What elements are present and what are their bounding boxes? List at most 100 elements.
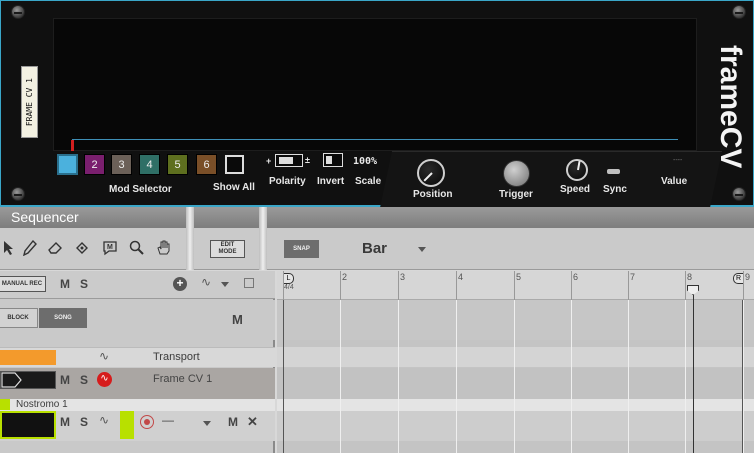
chevron-down-icon[interactable]: [418, 247, 426, 252]
song-mute-button[interactable]: M: [232, 312, 243, 327]
right-locator-line: [742, 300, 743, 453]
timeline-ruler[interactable]: L 4/4 2 3 4 5 6 7 8 R 9: [277, 271, 754, 300]
magnify-tool-icon[interactable]: [128, 238, 146, 258]
lane-nostromo-header: [277, 399, 754, 411]
bar-gridline: [628, 300, 629, 453]
track-color-marker: [0, 399, 10, 410]
lane-mute-button[interactable]: M: [228, 415, 238, 429]
mod-selector-label: Mod Selector: [109, 184, 172, 195]
transport-header: MANUAL REC M S + ∿: [0, 271, 275, 299]
mod-button-6[interactable]: 6: [196, 154, 217, 175]
bar-number-9: 9: [745, 272, 751, 282]
chevron-down-icon[interactable]: [221, 282, 229, 287]
value-display: ----: [673, 157, 683, 164]
invert-toggle[interactable]: [323, 153, 343, 167]
sync-label: Sync: [603, 184, 627, 195]
razor-tool-icon[interactable]: [73, 238, 91, 258]
screw-icon: [11, 5, 25, 19]
mod-button-3[interactable]: 3: [111, 154, 132, 175]
track-row-transport[interactable]: ∿ Transport: [0, 347, 275, 367]
manual-rec-button[interactable]: MANUAL REC: [0, 276, 46, 292]
trigger-button[interactable]: [503, 160, 530, 187]
position-knob[interactable]: [417, 159, 445, 187]
lane-value[interactable]: —: [162, 413, 174, 427]
snap-button[interactable]: SNAP: [284, 240, 319, 258]
bar-number-6: 6: [573, 272, 579, 282]
sequencer-arrange-grid[interactable]: L 4/4 2 3 4 5 6 7 8 R 9: [277, 271, 754, 453]
lane-nostromo[interactable]: [277, 411, 754, 441]
sequencer-title-bar[interactable]: Sequencer: [0, 207, 754, 228]
bar-number-8: 8: [687, 272, 693, 282]
arrow-tool-icon[interactable]: [0, 238, 18, 258]
automation-icon[interactable]: ∿: [201, 275, 211, 289]
lane-transport[interactable]: [277, 347, 754, 367]
block-button[interactable]: BLOCK: [0, 308, 38, 328]
chevron-down-icon[interactable]: [203, 421, 211, 426]
frame-cv-device-icon: [0, 371, 56, 389]
track-mute-button[interactable]: M: [60, 373, 70, 387]
bar-number-4: 4: [458, 272, 464, 282]
automation-icon[interactable]: ∿: [99, 413, 109, 427]
mod-button-4[interactable]: 4: [139, 154, 160, 175]
speed-knob[interactable]: [566, 159, 588, 181]
value-label: Value: [661, 176, 688, 187]
block-song-row: BLOCK SONG M: [0, 300, 275, 340]
invert-label: Invert: [317, 176, 345, 187]
left-locator-line: [283, 300, 284, 453]
track-row-nostromo[interactable]: M S ∿ — M ✕: [0, 411, 275, 441]
bar-tick: [283, 271, 284, 300]
polarity-switch[interactable]: [275, 154, 303, 167]
edit-mode-button[interactable]: EDIT MODE: [210, 240, 245, 258]
snap-value-select[interactable]: Bar: [362, 240, 387, 257]
mod-button-2[interactable]: 2: [84, 154, 105, 175]
track-mute-button[interactable]: M: [60, 415, 70, 429]
left-locator-marker[interactable]: L: [283, 273, 294, 284]
scale-value[interactable]: 100%: [353, 156, 377, 167]
mod-button-1[interactable]: [57, 154, 78, 175]
record-enable-icon[interactable]: [140, 415, 154, 429]
bar-gridline: [571, 300, 572, 453]
automation-icon[interactable]: ∿: [99, 349, 109, 363]
transport-track-icon: [0, 350, 56, 365]
bar-gridline: [743, 300, 744, 453]
mod-button-5[interactable]: 5: [167, 154, 188, 175]
bar-gridline: [456, 300, 457, 453]
track-row-frame-cv[interactable]: M S ∿ Frame CV 1: [0, 368, 275, 399]
grid-view-icon[interactable]: [244, 278, 254, 288]
song-position-line: [693, 295, 694, 453]
polarity-label: Polarity: [269, 176, 306, 187]
bar-gridline: [340, 300, 341, 453]
toolbar-divider: [259, 207, 267, 270]
track-name-frame-cv: Frame CV 1: [153, 373, 213, 385]
show-all-label: Show All: [213, 182, 255, 193]
eraser-tool-icon[interactable]: [46, 238, 64, 258]
bar-tick: [571, 271, 572, 300]
polarity-plus-label: +: [266, 156, 272, 166]
bar-gridline: [398, 300, 399, 453]
bar-tick: [398, 271, 399, 300]
track-solo-button[interactable]: S: [80, 415, 88, 429]
svg-text:M: M: [107, 244, 113, 251]
song-position-marker[interactable]: [687, 285, 699, 295]
track-header-nostromo[interactable]: Nostromo 1: [0, 399, 275, 411]
sequencer-title: Sequencer: [11, 209, 79, 225]
automation-record-icon[interactable]: ∿: [97, 372, 112, 387]
mute-tool-icon[interactable]: M: [101, 238, 119, 258]
track-solo-button[interactable]: S: [80, 373, 88, 387]
trigger-label: Trigger: [499, 189, 533, 200]
pencil-tool-icon[interactable]: [21, 238, 39, 258]
bar-gridline: [514, 300, 515, 453]
bar-number-7: 7: [630, 272, 636, 282]
song-button[interactable]: SONG: [39, 308, 87, 328]
lane-delete-icon[interactable]: ✕: [247, 414, 258, 430]
device-tape-label[interactable]: FRAME CV 1: [21, 66, 38, 138]
hand-tool-icon[interactable]: [155, 238, 173, 258]
sync-toggle[interactable]: [607, 169, 620, 174]
master-mute-button[interactable]: M: [60, 277, 70, 291]
lane-frame-cv[interactable]: [277, 368, 754, 399]
show-all-toggle[interactable]: [225, 155, 244, 174]
add-track-icon[interactable]: +: [173, 277, 187, 291]
bar-tick: [743, 271, 744, 300]
cv-display[interactable]: [53, 18, 697, 151]
master-solo-button[interactable]: S: [80, 277, 88, 291]
